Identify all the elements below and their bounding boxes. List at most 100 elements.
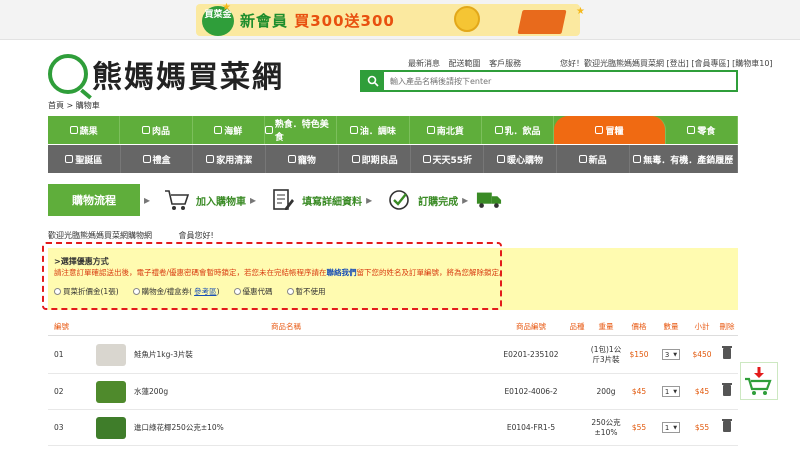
- delivery-truck-icon: [476, 187, 502, 213]
- nav-item-near-expiry[interactable]: 即期良品: [339, 145, 412, 173]
- col-delete: 刪除: [719, 322, 735, 331]
- col-spec: 品種: [569, 322, 585, 331]
- nav-item-seafood[interactable]: 海鮮: [193, 116, 265, 144]
- milk-icon: [494, 126, 503, 134]
- nav-item-new[interactable]: 新品: [557, 145, 630, 173]
- category-nav-secondary: 聖誕區 禮盒 家用清潔 寵物 即期良品 天天55折 暖心購物 新品 無毒．有機．…: [48, 145, 739, 173]
- arrow-right-icon: ▸: [462, 193, 469, 207]
- search-button[interactable]: [362, 72, 384, 90]
- row-code: E0104-FR1-5: [506, 423, 556, 432]
- nav-item-meat[interactable]: 肉品: [120, 116, 193, 144]
- radio-button[interactable]: [233, 288, 241, 295]
- member-greeting: 會員您好!: [178, 231, 214, 240]
- nav-item-dairy[interactable]: 乳．飲品: [482, 116, 555, 144]
- quantity-select[interactable]: 3 ▼: [661, 349, 681, 360]
- promo-text-offer: 買300送300: [294, 12, 395, 30]
- site-logo[interactable]: 熊媽媽買菜網: [48, 52, 284, 96]
- nav-item-label: 冒糧: [605, 126, 624, 137]
- nav-item-cleaning[interactable]: 家用清潔: [193, 145, 267, 173]
- col-no: 編號: [54, 322, 69, 331]
- link-news[interactable]: 最新消息: [408, 59, 440, 68]
- dropdown-arrow-icon: ▼: [673, 424, 678, 431]
- product-name[interactable]: 水蓮200g: [134, 386, 168, 397]
- table-row: 01 鮭魚片1kg-3片裝 E0201-235102 (1包)1公斤3片裝 $1…: [48, 336, 738, 374]
- heart-icon: [496, 155, 505, 163]
- fish-icon: [214, 126, 223, 134]
- option-gift-voucher[interactable]: 購物金/禮盒券(參考區): [132, 286, 220, 297]
- quantity-value: 1: [664, 423, 670, 432]
- nav-item-staples[interactable]: 冒糧: [554, 116, 666, 144]
- magnifier-logo-icon: [48, 54, 88, 94]
- cart-table: 編號 商品名稱 商品編號 品種 重量 價格 數量 小計 刪除 01 鮭魚片1kg…: [48, 318, 738, 446]
- reference-link[interactable]: 參考區: [194, 286, 217, 297]
- nav-item-label: 天天55折: [432, 155, 473, 166]
- quantity-select[interactable]: 1 ▼: [661, 386, 681, 397]
- radio-button[interactable]: [54, 288, 61, 295]
- product-thumbnail[interactable]: [96, 380, 126, 403]
- row-no: 02: [54, 387, 64, 396]
- nav-item-gift-box[interactable]: 禮盒: [121, 145, 194, 173]
- jar-icon: [426, 126, 435, 134]
- nav-item-label: 寵物: [297, 155, 316, 166]
- col-weight: 重量: [598, 321, 614, 331]
- bottle-icon: [349, 126, 358, 134]
- nav-item-organic[interactable]: 無毒．有機．產銷履歷: [630, 145, 739, 173]
- nav-item-seasoning[interactable]: 油．調味: [337, 116, 410, 144]
- option-cash-coupon[interactable]: 買菜折價金(1張): [54, 286, 119, 297]
- nav-item-dry-goods[interactable]: 南北貨: [410, 116, 482, 144]
- col-code: 商品編號: [516, 322, 546, 331]
- nav-item-pets[interactable]: 寵物: [266, 145, 339, 173]
- nav-item-label: 油．調味: [359, 126, 396, 137]
- nav-item-christmas[interactable]: 聖誕區: [48, 145, 121, 173]
- trash-icon[interactable]: [722, 346, 732, 359]
- search-icon: [367, 75, 379, 87]
- quantity-select[interactable]: 1 ▼: [661, 422, 681, 433]
- row-no: 01: [54, 350, 64, 359]
- discount-heading: >選擇優惠方式: [54, 257, 109, 266]
- search-input[interactable]: [384, 72, 736, 90]
- trash-icon[interactable]: [722, 419, 732, 432]
- nav-item-deli[interactable]: 熟食．特色美食: [264, 116, 338, 144]
- cart-add-icon: [745, 367, 772, 395]
- star-icon: ★: [222, 2, 231, 13]
- arrow-right-icon: ▸: [366, 193, 373, 207]
- product-thumbnail[interactable]: [96, 343, 126, 366]
- row-subtotal: $45: [694, 387, 710, 396]
- user-bar[interactable]: 您好！歡迎光臨熊媽媽買菜網 [登出] [會員專區] [購物車10]: [560, 58, 773, 69]
- table-row: 03 進口綠花椰250公克±10% E0104-FR1-5 250公克±10% …: [48, 410, 738, 446]
- nav-item-snacks[interactable]: 零食: [666, 116, 739, 144]
- check-circle-icon: [386, 187, 412, 213]
- row-price: $150: [629, 350, 649, 359]
- link-customer-service[interactable]: 客戶服務: [489, 59, 521, 68]
- spray-icon: [206, 155, 215, 163]
- link-delivery-area[interactable]: 配送範圍: [449, 59, 481, 68]
- nav-item-label: 零食: [697, 126, 716, 137]
- row-delete: [716, 346, 738, 361]
- product-name[interactable]: 鮭魚片1kg-3片裝: [134, 349, 193, 360]
- product-name[interactable]: 進口綠花椰250公克±10%: [134, 422, 224, 433]
- discount-section: >選擇優惠方式 請注意訂單確認送出後，電子禮卷/優惠密碼會暫時鎖定，若您未在完結…: [42, 242, 738, 310]
- top-promo-banner[interactable]: 買菜金 新會員 買300送300 ★ ★: [0, 0, 800, 40]
- step-fill-details: 填寫詳細資料: [270, 187, 362, 213]
- step-add-to-cart: 加入購物車: [164, 187, 246, 213]
- trash-icon[interactable]: [722, 383, 732, 396]
- floating-cart-button[interactable]: [740, 362, 778, 400]
- contact-us-link[interactable]: 聯絡我們: [327, 268, 357, 277]
- sprout-icon: [633, 155, 642, 163]
- nav-item-label: 即期良品: [361, 155, 398, 166]
- row-code: E0102-4006-2: [504, 387, 558, 396]
- cart-icon: [164, 187, 190, 213]
- option-promo-code[interactable]: 優惠代碼: [233, 286, 273, 297]
- row-price: $45: [631, 387, 647, 396]
- table-row: 02 水蓮200g E0102-4006-2 200g $45 1 ▼ $45: [48, 374, 738, 410]
- radio-button[interactable]: [132, 288, 140, 295]
- product-thumbnail[interactable]: [96, 416, 126, 439]
- nav-item-vegetables[interactable]: 蔬果: [48, 116, 121, 144]
- option-none[interactable]: 暫不使用: [286, 286, 326, 297]
- nav-item-caring-shopping[interactable]: 暖心購物: [484, 145, 557, 173]
- option-label-suffix: ): [216, 287, 220, 296]
- radio-button[interactable]: [286, 288, 294, 295]
- nav-item-daily-discount[interactable]: 天天55折: [411, 145, 485, 173]
- promo-text: 新會員 買300送300: [240, 10, 395, 31]
- form-edit-icon: [270, 187, 296, 213]
